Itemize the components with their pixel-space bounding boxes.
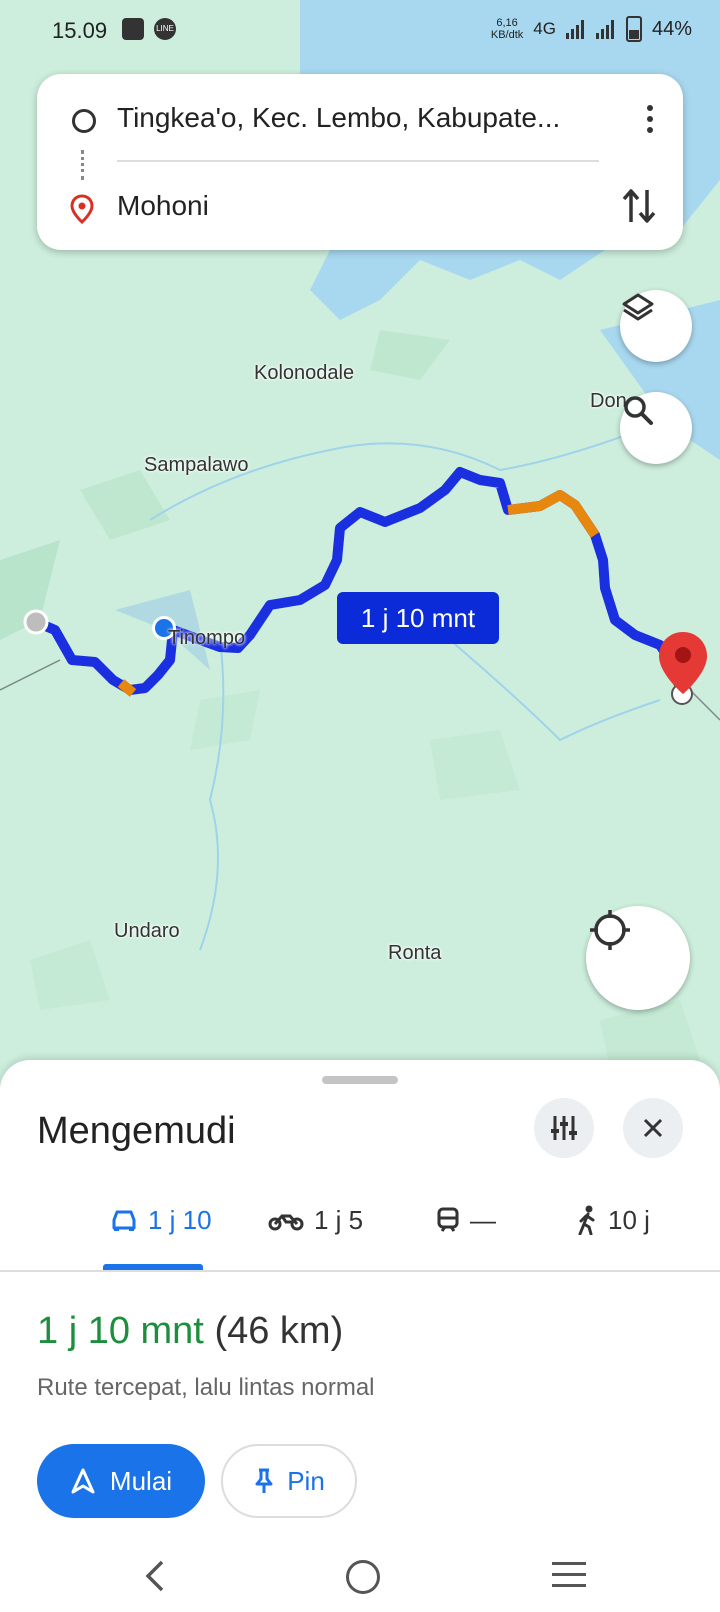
- route-card: Tingkea'o, Kec. Lembo, Kabupate... Mohon…: [37, 74, 683, 250]
- battery-icon: [625, 16, 642, 42]
- navigation-arrow-icon: [71, 1468, 95, 1494]
- place-label-undaro: Undaro: [114, 920, 180, 942]
- tab-motorcycle[interactable]: 1 j 5: [268, 1200, 363, 1240]
- place-label-sampalawo: Sampalawo: [144, 454, 249, 476]
- pin-button-label: Pin: [287, 1465, 325, 1496]
- search-icon: [624, 396, 653, 425]
- destination-pin-icon[interactable]: [657, 630, 709, 696]
- net-speed-unit: KB/dtk: [490, 29, 524, 41]
- car-icon: [112, 1210, 136, 1231]
- crosshair-icon: [590, 910, 630, 950]
- motorcycle-icon: [268, 1214, 304, 1231]
- destination-marker-icon: [70, 194, 94, 224]
- summary-distance: (46 km): [214, 1310, 344, 1352]
- back-icon[interactable]: [140, 1558, 170, 1594]
- sliders-icon: [551, 1116, 577, 1140]
- origin-input[interactable]: Tingkea'o, Kec. Lembo, Kabupate...: [117, 102, 587, 134]
- tab-transit[interactable]: —: [436, 1200, 496, 1240]
- my-location-button[interactable]: [586, 906, 690, 1010]
- route-dots-icon: [81, 150, 87, 180]
- layers-icon: [622, 293, 654, 321]
- more-options-icon[interactable]: [645, 102, 655, 138]
- route-options-button[interactable]: [534, 1098, 594, 1158]
- net-speed-value: 6,16: [496, 17, 518, 29]
- tab-walking[interactable]: 10 j: [576, 1200, 650, 1240]
- drag-handle[interactable]: [322, 1076, 398, 1084]
- summary-time: 1 j 10 mnt: [37, 1310, 204, 1352]
- place-label-tinompo: Tinompo: [168, 627, 246, 649]
- pin-icon: [255, 1468, 273, 1493]
- network-type: 4G: [533, 19, 556, 38]
- layers-button[interactable]: [620, 290, 692, 362]
- start-button[interactable]: Mulai: [37, 1444, 205, 1518]
- search-along-route-button[interactable]: [620, 392, 692, 464]
- battery-percent: 44%: [651, 17, 692, 40]
- place-label-ronta: Ronta: [388, 942, 442, 964]
- tabs-divider: [0, 1270, 720, 1272]
- signal-icon-2: [595, 19, 616, 39]
- origin-circle-icon: [72, 109, 96, 133]
- tab-walking-label: 10 j: [608, 1204, 650, 1235]
- status-bar: 15.09 LINE 6,16 KB/dtk 4G 44%: [0, 0, 720, 60]
- route-duration-bubble[interactable]: 1 j 10 mnt: [337, 592, 499, 644]
- recent-apps-icon[interactable]: [552, 1562, 586, 1595]
- system-nav-bar: [0, 1540, 720, 1612]
- pin-button[interactable]: Pin: [221, 1444, 357, 1518]
- start-button-label: Mulai: [109, 1465, 173, 1496]
- close-icon: [643, 1118, 663, 1138]
- net-speed: 6,16 KB/dtk: [491, 17, 523, 41]
- route-summary: 1 j 10 mnt (46 km): [37, 1310, 343, 1353]
- train-icon: [437, 1207, 459, 1232]
- walk-icon: [578, 1205, 595, 1235]
- signal-icon: [565, 19, 586, 39]
- route-card-divider: [117, 160, 599, 162]
- home-icon[interactable]: [346, 1560, 380, 1594]
- close-button[interactable]: [623, 1098, 683, 1158]
- destination-input[interactable]: Mohoni: [117, 190, 209, 222]
- status-time: 15.09: [52, 18, 108, 43]
- route-note: Rute tercepat, lalu lintas normal: [37, 1374, 375, 1401]
- shopping-bag-icon: [122, 18, 144, 40]
- swap-icon[interactable]: [619, 184, 659, 228]
- tab-transit-label: —: [470, 1204, 496, 1235]
- place-label-kolonodale: Kolonodale: [254, 362, 355, 384]
- sheet-title: Mengemudi: [37, 1110, 236, 1152]
- tab-driving[interactable]: 1 j 10: [110, 1200, 212, 1240]
- tab-motorcycle-label: 1 j 5: [314, 1204, 364, 1235]
- line-app-icon: LINE: [154, 18, 176, 40]
- tab-driving-label: 1 j 10: [148, 1204, 212, 1235]
